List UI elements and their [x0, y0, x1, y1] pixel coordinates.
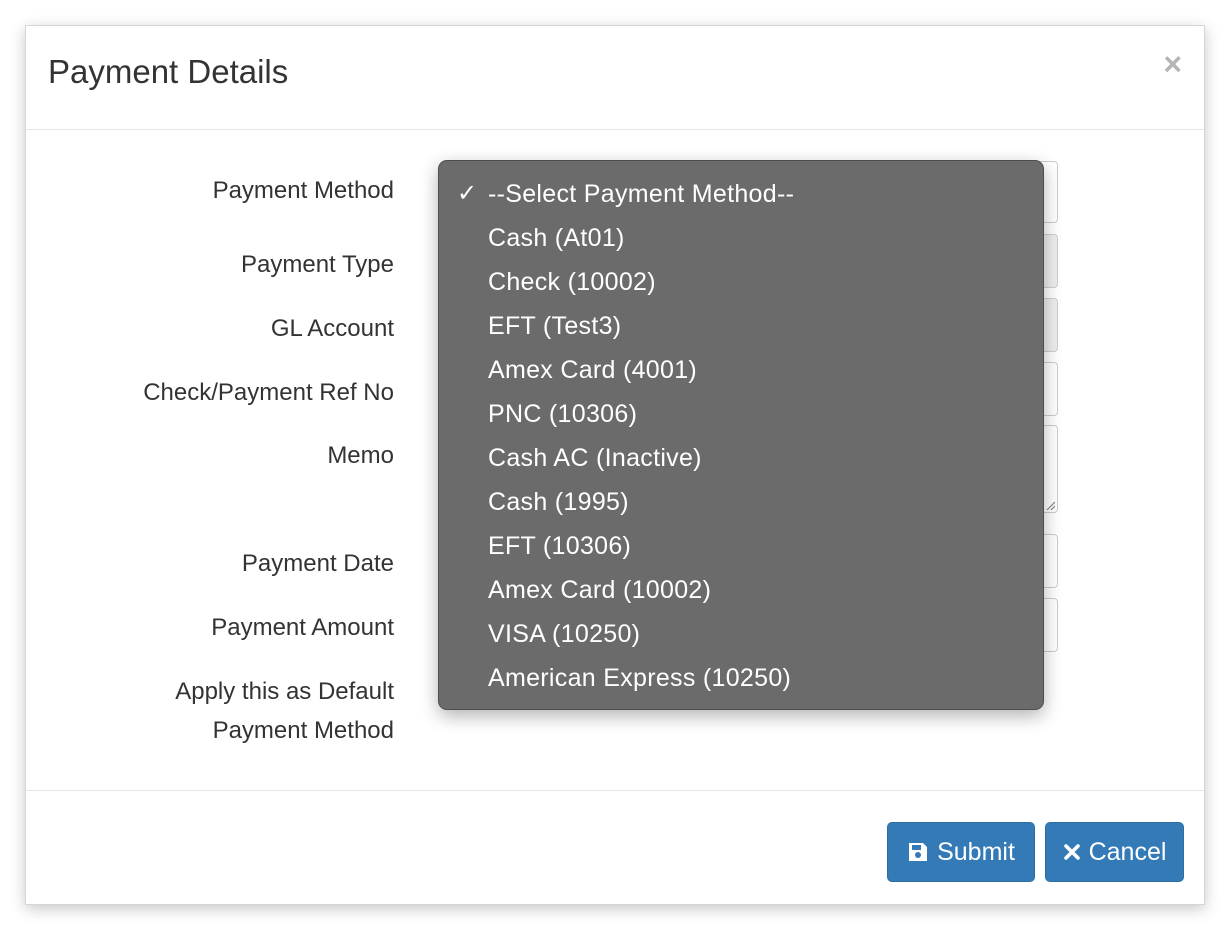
dropdown-option[interactable]: Amex Card (10002): [439, 568, 1043, 612]
cancel-label: Cancel: [1088, 837, 1167, 866]
resize-grip-icon[interactable]: [1045, 500, 1055, 510]
dropdown-option[interactable]: Check (10002): [439, 260, 1043, 304]
dropdown-option[interactable]: VISA (10250): [439, 612, 1043, 656]
dropdown-option[interactable]: EFT (10306): [439, 524, 1043, 568]
modal-title: Payment Details: [48, 53, 289, 90]
payment-method-label: Payment Method: [212, 177, 394, 204]
payment-amount-label: Payment Amount: [211, 614, 394, 641]
payment-type-label: Payment Type: [241, 251, 394, 278]
default-method-label-line2: Payment Method: [212, 717, 394, 744]
dropdown-option[interactable]: Amex Card (4001): [439, 348, 1043, 392]
gl-account-label: GL Account: [270, 315, 394, 342]
floppy-disk-icon: [909, 843, 928, 861]
checkmark-icon: ✓: [457, 180, 478, 207]
memo-label: Memo: [327, 442, 394, 469]
payment-date-label: Payment Date: [241, 550, 394, 577]
submit-label: Submit: [937, 837, 1015, 866]
x-icon: [1063, 844, 1080, 860]
ref-no-label: Check/Payment Ref No: [143, 379, 394, 406]
submit-button[interactable]: Submit: [887, 822, 1035, 882]
default-method-label: Apply this as Default Payment Method: [175, 672, 394, 750]
close-icon[interactable]: ×: [1163, 48, 1182, 80]
dropdown-option[interactable]: EFT (Test3): [439, 304, 1043, 348]
dropdown-option[interactable]: ✓ --Select Payment Method--: [439, 172, 1043, 216]
dropdown-option[interactable]: Cash AC (Inactive): [439, 436, 1043, 480]
dropdown-option[interactable]: Cash (1995): [439, 480, 1043, 524]
cancel-button[interactable]: Cancel: [1045, 822, 1184, 882]
dropdown-option[interactable]: Cash (At01): [439, 216, 1043, 260]
dropdown-option[interactable]: American Express (10250): [439, 656, 1043, 700]
default-method-label-line1: Apply this as Default: [175, 678, 394, 705]
payment-method-dropdown-list[interactable]: ✓ --Select Payment Method-- Cash (At01) C…: [438, 160, 1044, 710]
modal-header: Payment Details ×: [26, 26, 1204, 130]
modal-footer: Submit Cancel: [26, 790, 1204, 904]
dropdown-option[interactable]: PNC (10306): [439, 392, 1043, 436]
